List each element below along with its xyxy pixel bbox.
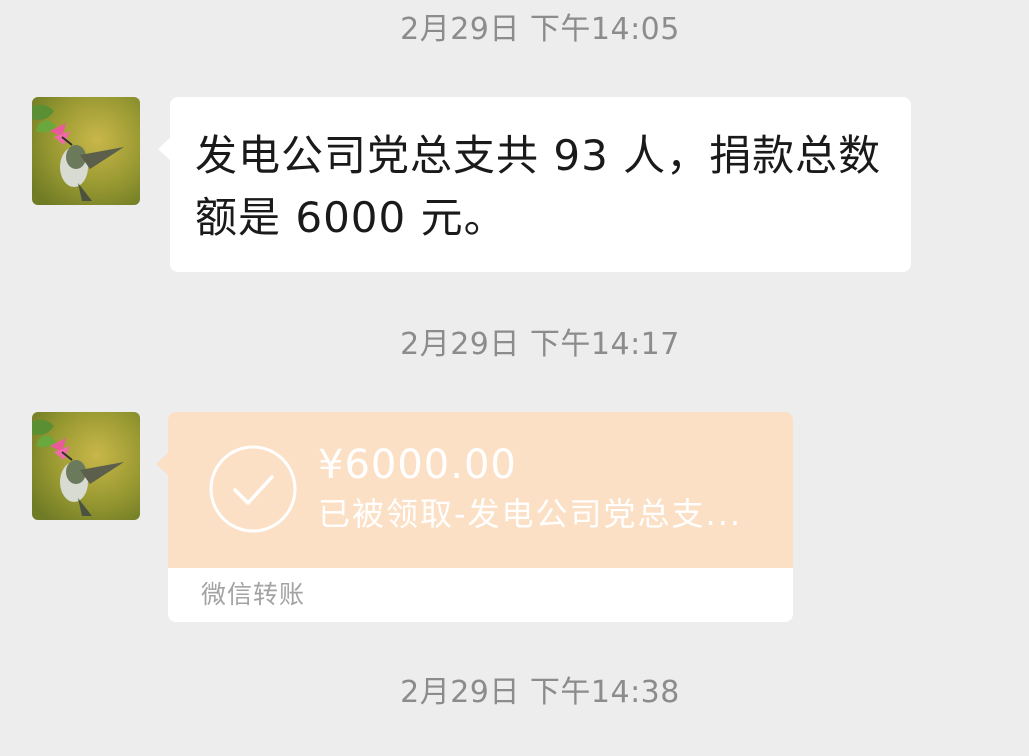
check-circle-icon	[209, 445, 297, 533]
transfer-amount: ¥6000.00	[318, 442, 517, 488]
timestamp: 2月29日 下午14:05	[400, 12, 680, 47]
avatar[interactable]	[32, 412, 140, 520]
message-text-line: 发电公司党总支共 93 人，捐款总数	[195, 131, 882, 180]
transfer-status: 已被领取-发电公司党总支...	[318, 495, 743, 533]
transfer-tail	[156, 452, 169, 476]
message-text-line: 额是 6000 元。	[195, 193, 507, 242]
timestamp: 2月29日 下午14:17	[400, 327, 680, 362]
bubble-tail	[158, 137, 171, 161]
transfer-card[interactable]: ¥6000.00 已被领取-发电公司党总支... 微信转账	[156, 412, 793, 622]
transfer-card-body: ¥6000.00 已被领取-发电公司党总支...	[156, 412, 793, 568]
hummingbird-avatar-icon	[32, 412, 140, 520]
message-bubble[interactable]: 发电公司党总支共 93 人，捐款总数 额是 6000 元。	[158, 97, 911, 272]
avatar[interactable]	[32, 97, 140, 205]
message-text: 发电公司党总支共 93 人，捐款总数 额是 6000 元。	[195, 125, 895, 249]
timestamp: 2月29日 下午14:38	[400, 675, 680, 710]
transfer-footer: 微信转账	[168, 568, 793, 622]
transfer-label: 微信转账	[201, 580, 306, 609]
hummingbird-avatar-icon	[32, 97, 140, 205]
